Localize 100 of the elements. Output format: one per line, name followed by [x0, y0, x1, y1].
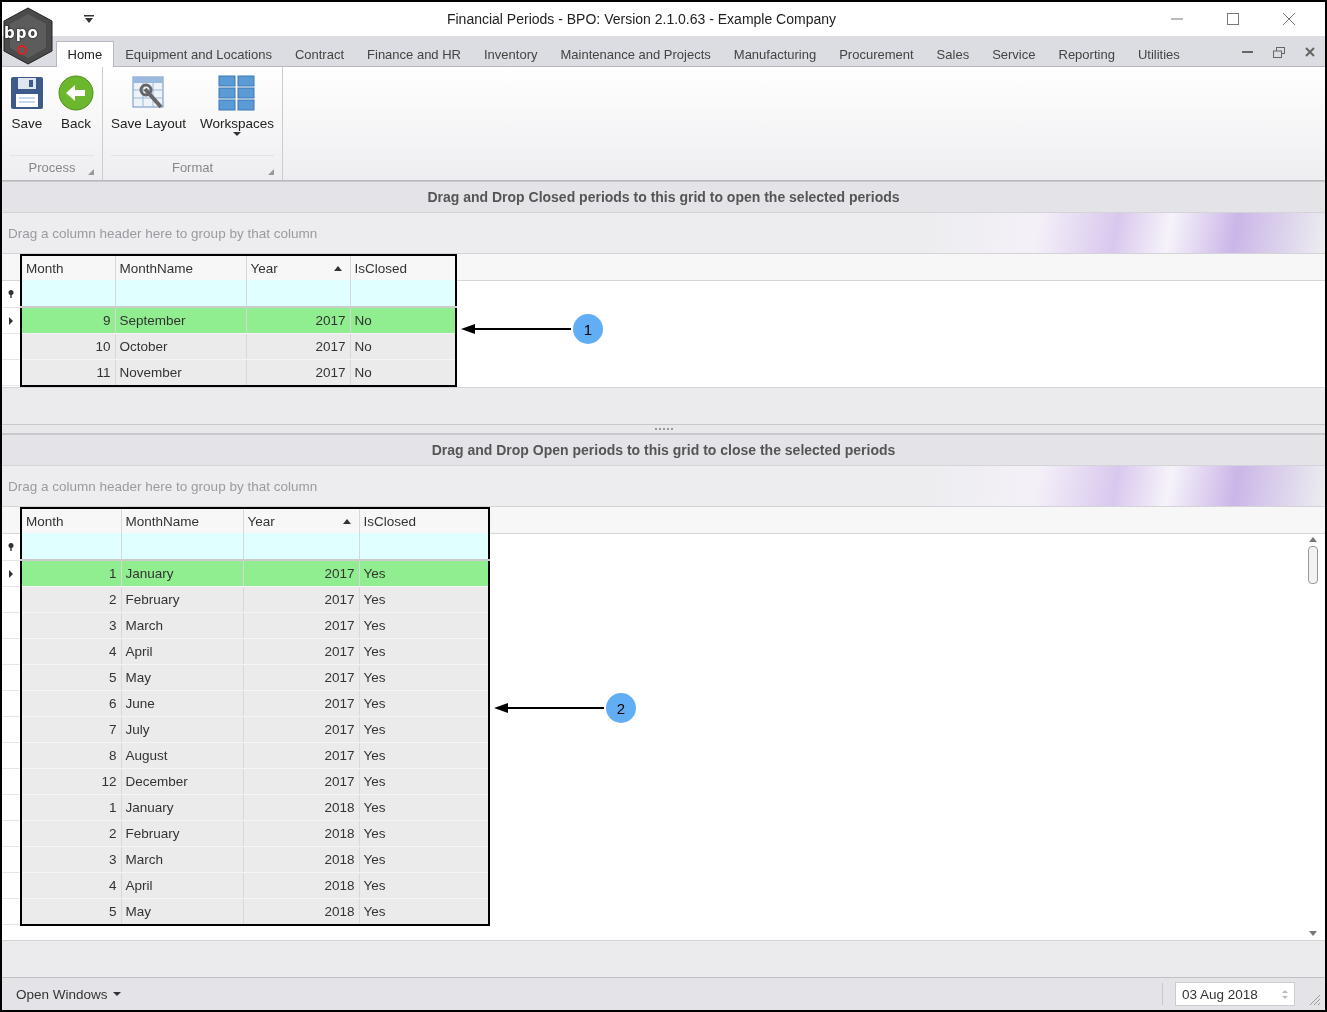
- table-cell: May: [121, 664, 243, 691]
- table-cell: 10: [21, 333, 115, 360]
- table-cell: Yes: [359, 612, 489, 639]
- table-cell: 1: [21, 794, 121, 821]
- table-cell: 5: [21, 664, 121, 691]
- column-header[interactable]: Month: [21, 508, 121, 533]
- ribbon-button[interactable]: Workspaces: [196, 67, 279, 136]
- table-cell: Yes: [359, 716, 489, 743]
- table-cell: June: [121, 690, 243, 717]
- filter-cell[interactable]: [21, 280, 115, 307]
- scroll-up-icon[interactable]: [1309, 537, 1317, 542]
- close-icon[interactable]: [1305, 47, 1315, 57]
- ribbon-tab[interactable]: Inventory: [472, 41, 549, 67]
- ribbon-tab[interactable]: Reporting: [1047, 41, 1127, 67]
- periods-grid[interactable]: Month MonthName Year IsClosed 9 September 2017 No 10 October 2017 No 11 November 2017 No: [20, 254, 457, 387]
- table-cell: Yes: [359, 820, 489, 847]
- splitter-grip-icon[interactable]: [654, 427, 673, 431]
- ribbon-tab[interactable]: Maintenance and Projects: [549, 41, 723, 67]
- ribbon-tab[interactable]: Utilities: [1126, 41, 1192, 67]
- table-cell: Yes: [359, 846, 489, 873]
- table-cell: November: [115, 359, 246, 386]
- filter-cell[interactable]: [21, 533, 121, 560]
- filter-cell[interactable]: [350, 280, 456, 307]
- table-cell: 3: [21, 612, 121, 639]
- filter-cell[interactable]: [115, 280, 246, 307]
- dialog-launcher-icon[interactable]: [88, 169, 94, 175]
- table-cell: 12: [21, 768, 121, 795]
- column-header[interactable]: IsClosed: [350, 255, 456, 280]
- table-cell: Yes: [359, 742, 489, 769]
- grid-caption: Drag and Drop Open periods to this grid to close the selected periods: [431, 442, 896, 458]
- ribbon-tab[interactable]: Contract: [283, 41, 356, 67]
- group-panel-hint: Drag a column header here to group by that column: [8, 478, 318, 494]
- filter-pin-icon: [8, 542, 14, 551]
- spin-up-icon[interactable]: [1282, 989, 1288, 993]
- column-header[interactable]: MonthName: [115, 255, 246, 280]
- table-cell: April: [121, 872, 243, 899]
- quick-access-dropdown-icon[interactable]: [84, 15, 94, 23]
- ribbon-button[interactable]: Save: [6, 67, 48, 131]
- close-icon[interactable]: [1283, 13, 1295, 25]
- ribbon-tab[interactable]: Procurement: [827, 41, 926, 67]
- table-cell: 2017: [243, 612, 359, 639]
- table-wrench-icon: [130, 75, 167, 111]
- maximize-icon[interactable]: [1227, 13, 1239, 25]
- table-cell: Yes: [359, 664, 489, 691]
- ribbon-button[interactable]: Back: [54, 67, 98, 131]
- ribbon-tab[interactable]: Home: [56, 41, 114, 67]
- column-header[interactable]: Year: [243, 508, 359, 533]
- table-cell: Yes: [359, 898, 489, 925]
- filter-cell[interactable]: [243, 533, 359, 560]
- table-cell: 2017: [246, 307, 350, 334]
- column-header[interactable]: IsClosed: [359, 508, 489, 533]
- ribbon-button[interactable]: Save Layout: [107, 67, 191, 131]
- filter-pin-icon: [8, 289, 14, 298]
- table-cell: 2018: [243, 872, 359, 899]
- spin-down-icon[interactable]: [1282, 995, 1288, 999]
- table-cell: 2017: [246, 359, 350, 386]
- filter-cell[interactable]: [359, 533, 489, 560]
- table-cell: August: [121, 742, 243, 769]
- resize-grip-icon[interactable]: [1309, 994, 1321, 1006]
- periods-grid[interactable]: [20, 507, 490, 926]
- scrollbar-thumb[interactable]: [1308, 546, 1318, 584]
- table-cell: Yes: [359, 794, 489, 821]
- column-header[interactable]: Month: [21, 255, 115, 280]
- table-cell: 9: [21, 307, 115, 334]
- table-cell: 2018: [243, 898, 359, 925]
- table-cell: Yes: [359, 872, 489, 899]
- row-indicator-icon: [9, 316, 13, 325]
- group-label: Format: [171, 159, 214, 175]
- table-cell: 1: [21, 560, 121, 587]
- ribbon-tab[interactable]: Finance and HR: [355, 41, 473, 67]
- table-cell: 6: [21, 690, 121, 717]
- table-cell: April: [121, 638, 243, 665]
- open-windows-menu[interactable]: Open Windows: [10, 985, 127, 1003]
- table-cell: Yes: [359, 638, 489, 665]
- table-cell: 2017: [243, 560, 359, 587]
- table-cell: January: [121, 560, 243, 587]
- table-cell: October: [115, 333, 246, 360]
- table-cell: 2017: [243, 690, 359, 717]
- filter-cell[interactable]: [121, 533, 243, 560]
- dialog-launcher-icon[interactable]: [268, 169, 275, 175]
- group-label: Process: [28, 159, 76, 175]
- restore-icon[interactable]: [1273, 46, 1285, 58]
- scroll-down-icon[interactable]: [1309, 931, 1317, 936]
- vertical-scrollbar[interactable]: [1305, 537, 1321, 936]
- table-cell: 7: [21, 716, 121, 743]
- ribbon-tab[interactable]: Service: [980, 41, 1047, 67]
- table-cell: No: [350, 359, 456, 386]
- table-cell: No: [350, 307, 456, 334]
- ribbon-tab[interactable]: Manufacturing: [722, 41, 828, 67]
- column-header[interactable]: Year: [246, 255, 350, 280]
- minimize-icon[interactable]: [1242, 50, 1253, 54]
- ribbon-tab[interactable]: Equipment and Locations: [113, 41, 284, 67]
- ribbon-tab[interactable]: Sales: [925, 41, 981, 67]
- filter-cell[interactable]: [246, 280, 350, 307]
- date-field[interactable]: 03 Aug 2018: [1175, 982, 1295, 1006]
- table-cell: 2017: [243, 742, 359, 769]
- group-panel-hint: Drag a column header here to group by that column: [8, 225, 318, 241]
- tiles-grid-icon: [218, 75, 257, 111]
- column-header[interactable]: MonthName: [121, 508, 243, 533]
- table-cell: 2017: [243, 716, 359, 743]
